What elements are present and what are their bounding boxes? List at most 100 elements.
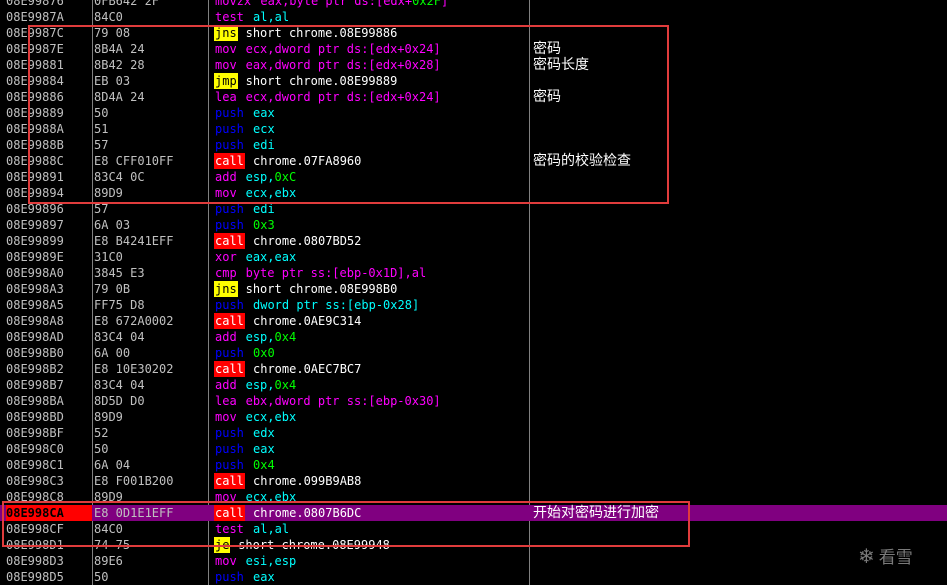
operand-token: 0xC xyxy=(274,170,297,184)
operand-token: ecx,ebx xyxy=(245,410,297,424)
operand-token: chrome.0AE9C314 xyxy=(253,314,362,328)
mnemonic-cell: add xyxy=(215,170,237,184)
instruction-row[interactable]: 08E998B0 6A 00 push 0x0 xyxy=(0,345,947,361)
instruction-row[interactable]: 08E9988C E8 CFF010FF call chrome.07FA8960 密码… xyxy=(0,153,947,169)
instruction-row[interactable]: 08E99891 83C4 0C add esp,0xC xyxy=(0,169,947,185)
operand-token: eax,byte ptr ds:[edx+ xyxy=(260,0,413,8)
operand-token: 0x3 xyxy=(253,218,275,232)
operands-cell: eax xyxy=(253,569,275,585)
operands-cell: short chrome.08E998B0 xyxy=(246,281,398,297)
instruction-row[interactable]: 08E99899 E8 B4241EFF call chrome.0807BD52 xyxy=(0,233,947,249)
operand-token: chrome.07FA8960 xyxy=(253,154,362,168)
instruction-row[interactable]: 08E998CF 84C0 test al,al xyxy=(0,521,947,537)
instruction-row[interactable]: 08E9988B 57 push edi xyxy=(0,137,947,153)
mnemonic-cell: lea xyxy=(215,90,237,104)
instruction-row[interactable]: 08E998C8 89D9 mov ecx,ebx xyxy=(0,489,947,505)
mnemonic-cell: mov xyxy=(215,554,237,568)
address-cell: 08E998BD xyxy=(6,410,64,424)
instruction-row[interactable]: 08E998C1 6A 04 push 0x4 xyxy=(0,457,947,473)
instruction-row[interactable]: 08E9987E 8B4A 24 mov ecx,dword ptr ds:[edx+… xyxy=(0,41,947,57)
operand-token: chrome.0807BD52 xyxy=(253,234,362,248)
address-cell: 08E998B0 xyxy=(6,346,64,360)
operands-cell: 0x0 xyxy=(253,345,275,361)
operand-token: eax,eax xyxy=(245,250,297,264)
operands-cell: chrome.07FA8960 xyxy=(253,153,361,169)
instruction-row[interactable]: 08E998D5 50 push eax xyxy=(0,569,947,585)
instruction-row[interactable]: 08E998A8 E8 672A0002 call chrome.0AE9C314 xyxy=(0,313,947,329)
bytes-cell: 31C0 xyxy=(94,250,123,264)
instruction-row[interactable]: 08E9988A 51 push ecx xyxy=(0,121,947,137)
bytes-cell: 83C4 04 xyxy=(94,378,145,392)
bytes-cell: 79 0B xyxy=(94,282,131,296)
address-cell: 08E998B2 xyxy=(6,362,64,376)
instruction-row[interactable]: 08E998A3 79 0B jns short chrome.08E998B0 xyxy=(0,281,947,297)
instruction-row[interactable]: 08E99896 57 push edi xyxy=(0,201,947,217)
instruction-row[interactable]: 08E998C3 E8 F001B200 call chrome.099B9AB8 xyxy=(0,473,947,489)
instruction-row[interactable]: 08E998BA 8D5D D0 lea ebx,dword ptr ss:[ebp-… xyxy=(0,393,947,409)
operands-cell: short chrome.08E99889 xyxy=(246,73,398,89)
mnemonic-cell: push xyxy=(215,346,244,360)
mnemonic-cell: push xyxy=(215,458,244,472)
instruction-row[interactable]: 08E998BF 52 push edx xyxy=(0,425,947,441)
bytes-cell: 89D9 xyxy=(94,490,123,504)
bytes-cell: 89D9 xyxy=(94,186,123,200)
instruction-row[interactable]: 08E99889 50 push eax xyxy=(0,105,947,121)
instruction-row[interactable]: 08E998B7 83C4 04 add esp,0x4 xyxy=(0,377,947,393)
address-cell: 08E99881 xyxy=(6,58,64,72)
instruction-row[interactable]: 08E998D1 74 75 je short chrome.08E99948 xyxy=(0,537,947,553)
instruction-row[interactable]: 08E99876 0FB642 2F movzx eax,byte ptr ds:[e… xyxy=(0,0,947,9)
operands-cell: eax,dword ptr ds:[edx+0x28] xyxy=(246,57,441,73)
address-cell: 08E998D3 xyxy=(6,554,64,568)
operands-cell: ecx,ebx xyxy=(246,489,297,505)
instruction-row-selected[interactable]: 08E998CA E8 0D1E1EFF call chrome.0807B6DC 开始… xyxy=(0,505,947,521)
bytes-cell: FF75 D8 xyxy=(94,298,145,312)
instruction-row[interactable]: 08E99881 8B42 28 mov eax,dword ptr ds:[edx+… xyxy=(0,57,947,73)
address-cell: 08E99897 xyxy=(6,218,64,232)
operands-cell: ecx,dword ptr ds:[edx+0x24] xyxy=(246,89,441,105)
instruction-row[interactable]: 08E9989E 31C0 xor eax,eax xyxy=(0,249,947,265)
instruction-row[interactable]: 08E998AD 83C4 04 add esp,0x4 xyxy=(0,329,947,345)
mnemonic-cell: je xyxy=(214,537,231,553)
bytes-cell: E8 10E30202 xyxy=(94,362,174,376)
operands-cell: edx xyxy=(253,425,275,441)
operands-cell: eax,eax xyxy=(246,249,297,265)
instruction-row[interactable]: 08E99886 8D4A 24 lea ecx,dword ptr ds:[edx+… xyxy=(0,89,947,105)
operand-token: ecx,dword ptr ds:[edx+0x24] xyxy=(245,90,441,104)
bytes-cell: 50 xyxy=(94,106,109,120)
mnemonic-cell: mov xyxy=(215,490,237,504)
bytes-cell: E8 CFF010FF xyxy=(94,154,174,168)
instruction-row[interactable]: 08E99894 89D9 mov ecx,ebx xyxy=(0,185,947,201)
mnemonic-cell: call xyxy=(214,505,245,521)
operand-token: eax xyxy=(253,442,275,456)
mnemonic-cell: push xyxy=(215,122,244,136)
operand-token: 0x4 xyxy=(253,458,275,472)
disassembly-view[interactable]: 08E99876 0FB642 2F movzx eax,byte ptr ds:[e… xyxy=(0,0,947,585)
address-cell: 08E998A8 xyxy=(6,314,64,328)
instruction-row[interactable]: 08E998A5 FF75 D8 push dword ptr ss:[ebp-0x2… xyxy=(0,297,947,313)
operand-token: chrome.099B9AB8 xyxy=(253,474,362,488)
operand-token: short chrome.08E99886 xyxy=(245,26,398,40)
instruction-row[interactable]: 08E998D3 89E6 mov esi,esp xyxy=(0,553,947,569)
instruction-row[interactable]: 08E998BD 89D9 mov ecx,ebx xyxy=(0,409,947,425)
operand-token: esp, xyxy=(245,378,275,392)
operand-token: dword ptr ss:[ebp-0x28] xyxy=(253,298,420,312)
instruction-row[interactable]: 08E998C0 50 push eax xyxy=(0,441,947,457)
instruction-row[interactable]: 08E99884 EB 03 jmp short chrome.08E99889 xyxy=(0,73,947,89)
bytes-cell: 8B4A 24 xyxy=(94,42,145,56)
bytes-cell: 57 xyxy=(94,202,109,216)
bytes-cell: 0FB642 2F xyxy=(94,0,160,8)
instruction-row[interactable]: 08E998A0 3845 E3 cmp byte ptr ss:[ebp-0x1D]… xyxy=(0,265,947,281)
bytes-cell: 79 08 xyxy=(94,26,131,40)
operand-token: eax,dword ptr ds:[edx+0x28] xyxy=(245,58,441,72)
instruction-row[interactable]: 08E99897 6A 03 push 0x3 xyxy=(0,217,947,233)
instruction-row[interactable]: 08E998B2 E8 10E30202 call chrome.0AEC7BC7 xyxy=(0,361,947,377)
instruction-row[interactable]: 08E9987C 79 08 jns short chrome.08E99886 xyxy=(0,25,947,41)
mnemonic-cell: push xyxy=(215,202,244,216)
instruction-row[interactable]: 08E9987A 84C0 test al,al xyxy=(0,9,947,25)
mnemonic-cell: jmp xyxy=(214,73,238,89)
address-cell: 08E9987A xyxy=(6,10,64,24)
comment-cell: 密码长度 xyxy=(533,57,589,73)
mnemonic-cell: push xyxy=(215,106,244,120)
bytes-cell: E8 672A0002 xyxy=(94,314,174,328)
mnemonic-cell: test xyxy=(215,10,244,24)
